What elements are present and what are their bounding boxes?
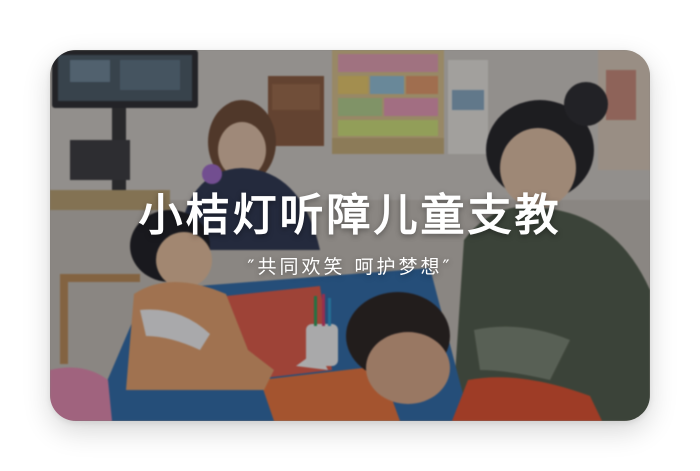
- banner-card[interactable]: 小桔灯听障儿童支教 ″共同欢笑 呵护梦想″: [50, 50, 650, 421]
- banner-subtitle: ″共同欢笑 呵护梦想″: [247, 256, 453, 278]
- banner-title: 小桔灯听障儿童支教: [138, 190, 562, 241]
